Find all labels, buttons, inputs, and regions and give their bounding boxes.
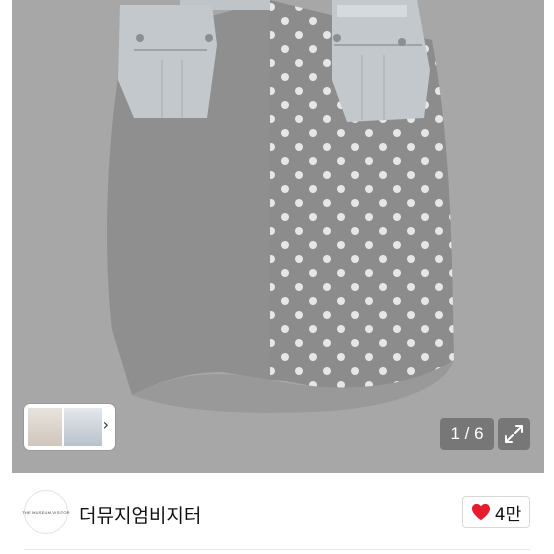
avatar-logo-text: THE MUSEUM VISITOR bbox=[22, 509, 70, 515]
thumbnail-strip[interactable]: › bbox=[24, 404, 115, 450]
avatar[interactable]: THE MUSEUM VISITOR bbox=[22, 490, 70, 534]
product-image[interactable] bbox=[12, 0, 544, 473]
like-button[interactable]: 4만 bbox=[462, 496, 530, 528]
divider bbox=[24, 549, 530, 550]
thumbnail-image[interactable] bbox=[28, 408, 62, 446]
image-counter: 1 / 6 bbox=[440, 418, 494, 450]
heart-icon bbox=[471, 503, 490, 521]
like-count: 4만 bbox=[494, 504, 522, 525]
expand-icon[interactable] bbox=[498, 418, 530, 450]
chevron-right-icon[interactable]: › bbox=[103, 415, 109, 434]
thumbnail-image[interactable] bbox=[64, 408, 102, 446]
seller-name[interactable]: 더뮤지엄비지터 bbox=[79, 501, 201, 528]
dress-illustration bbox=[107, 0, 454, 413]
